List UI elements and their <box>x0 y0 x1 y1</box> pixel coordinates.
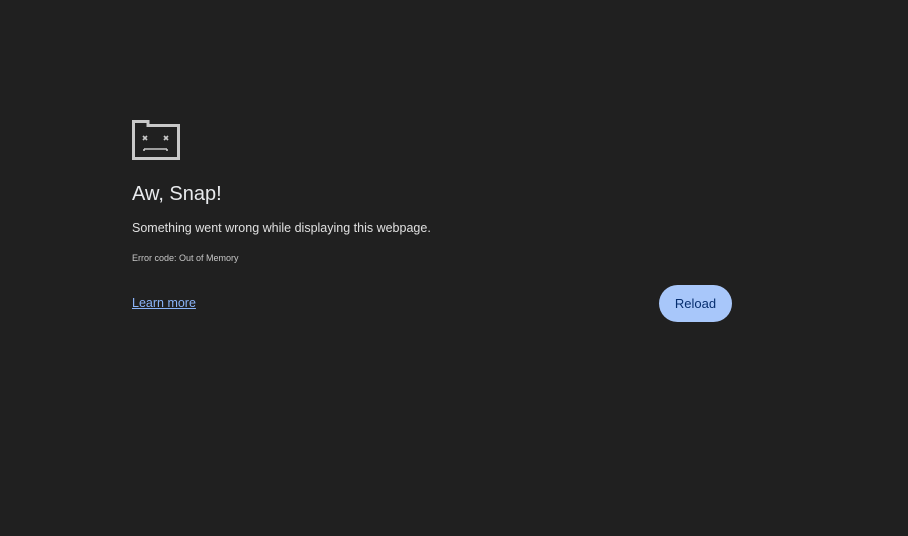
error-message: Something went wrong while displaying th… <box>132 221 431 235</box>
learn-more-link[interactable]: Learn more <box>132 296 196 310</box>
sad-tab-icon <box>132 119 180 160</box>
error-code: Error code: Out of Memory <box>132 253 239 263</box>
error-page: Aw, Snap! Something went wrong while dis… <box>0 0 908 536</box>
reload-button[interactable]: Reload <box>659 285 732 322</box>
error-title: Aw, Snap! <box>132 183 222 205</box>
